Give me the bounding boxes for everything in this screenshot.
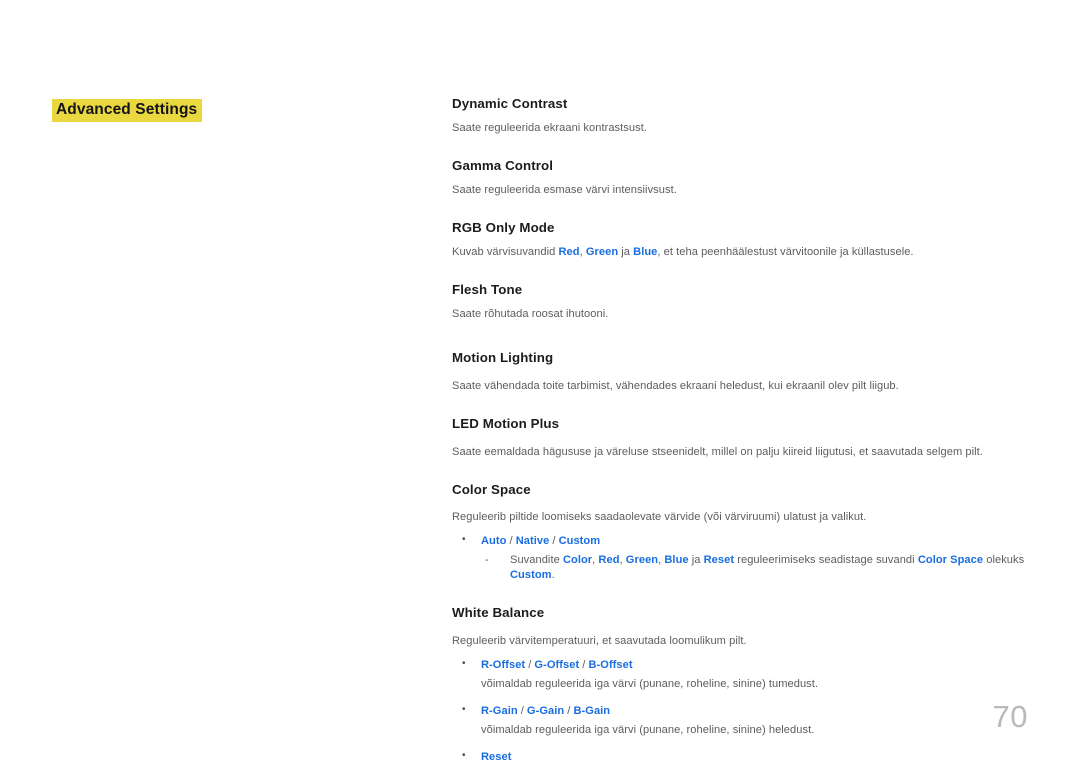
option-custom[interactable]: Custom	[559, 535, 601, 547]
option-r-gain[interactable]: R-Gain	[481, 705, 518, 717]
keyword-blue: Blue	[633, 245, 658, 258]
option-native[interactable]: Native	[516, 535, 550, 547]
setting-title: Dynamic Contrast	[452, 96, 568, 111]
keyword-red: Red	[558, 245, 580, 258]
note-text: ja	[688, 554, 704, 567]
white-balance-offset-note: võimaldab reguleerida iga värvi (punane,…	[481, 678, 819, 691]
setting-entry-dynamic-contrast: Dynamic Contrast Saate reguleerida ekraa…	[452, 96, 1052, 136]
desc-text: Kuvab värvisuvandid	[452, 245, 559, 258]
white-balance-gain-note: võimaldab reguleerida iga värvi (punane,…	[481, 724, 815, 737]
note-text: .	[551, 569, 555, 582]
setting-title: White Balance	[452, 605, 545, 621]
setting-title: LED Motion Plus	[452, 415, 560, 431]
keyword-color-space: Color Space	[917, 554, 984, 567]
white-balance-reset-line: Reset	[452, 749, 1052, 763]
setting-description: Saate reguleerida ekraani kontrastsust.	[452, 121, 647, 134]
keyword-green: Green	[585, 245, 619, 258]
option-reset[interactable]: Reset	[481, 751, 511, 763]
setting-title: Gamma Control	[452, 157, 554, 173]
note-text: olekuks	[983, 554, 1025, 567]
setting-entry-color-space: Color Space Reguleerib piltide loomiseks…	[452, 482, 1052, 584]
option-r-offset[interactable]: R-Offset	[481, 659, 525, 671]
setting-title: Flesh Tone	[452, 281, 523, 297]
setting-entry-motion-lighting: Motion Lighting Saate vähendada toite ta…	[452, 350, 1052, 394]
color-space-option-line: Auto / Native / Custom	[452, 533, 1052, 549]
option-separator: /	[517, 705, 527, 718]
white-balance-offset-line: R-Offset / G-Offset / B-Offset	[452, 657, 1052, 673]
keyword-green: Green	[625, 554, 659, 567]
setting-description: Reguleerib värvitemperatuuri, et saavuta…	[452, 635, 747, 648]
manual-page: Advanced Settings Dynamic Contrast Saate…	[0, 0, 1080, 763]
setting-title: RGB Only Mode	[452, 219, 555, 235]
option-separator: /	[506, 535, 516, 548]
option-g-offset[interactable]: G-Offset	[534, 659, 579, 671]
setting-entry-flesh-tone: Flesh Tone Saate rõhutada roosat ihutoon…	[452, 282, 1052, 322]
setting-entry-gamma-control: Gamma Control Saate reguleerida esmase v…	[452, 158, 1052, 198]
keyword-red: Red	[598, 554, 620, 567]
desc-text: ja	[618, 245, 634, 258]
section-title-container: Advanced Settings	[52, 99, 392, 122]
setting-title: Motion Lighting	[452, 349, 554, 365]
list-item: R-Offset / G-Offset / B-Offset võimaldab…	[452, 657, 1052, 692]
settings-list: Dynamic Contrast Saate reguleerida ekraa…	[452, 96, 1052, 763]
white-balance-options: R-Offset / G-Offset / B-Offset võimaldab…	[452, 657, 1052, 763]
list-item: Auto / Native / Custom Suvandite Color, …	[452, 533, 1052, 583]
keyword-reset: Reset	[703, 554, 735, 567]
option-b-offset[interactable]: B-Offset	[588, 659, 632, 671]
setting-title: Color Space	[452, 481, 531, 497]
keyword-custom: Custom	[510, 569, 552, 582]
color-space-options: Auto / Native / Custom Suvandite Color, …	[452, 533, 1052, 583]
option-g-gain[interactable]: G-Gain	[527, 705, 564, 717]
setting-description: Reguleerib piltide loomiseks saadaolevat…	[452, 511, 867, 524]
section-title: Advanced Settings	[52, 99, 203, 122]
setting-entry-white-balance: White Balance Reguleerib värvitemperatuu…	[452, 605, 1052, 763]
setting-description: Saate rõhutada roosat ihutooni.	[452, 307, 609, 320]
setting-description: Saate reguleerida esmase värvi intensiiv…	[452, 183, 677, 196]
setting-entry-led-motion-plus: LED Motion Plus Saate eemaldada hägususe…	[452, 416, 1052, 460]
note-text: Suvandite	[510, 554, 563, 567]
setting-entry-rgb-only-mode: RGB Only Mode Kuvab värvisuvandid Red, G…	[452, 220, 1052, 260]
keyword-blue: Blue	[664, 554, 689, 567]
list-item: R-Gain / G-Gain / B-Gain võimaldab regul…	[452, 703, 1052, 738]
setting-description: Kuvab värvisuvandid Red, Green ja Blue, …	[452, 245, 1052, 260]
setting-description: Saate vähendada toite tarbimist, vähenda…	[452, 379, 899, 392]
white-balance-gain-line: R-Gain / G-Gain / B-Gain	[452, 703, 1052, 719]
option-b-gain[interactable]: B-Gain	[573, 705, 610, 717]
setting-description: Saate eemaldada hägususe ja väreluse sts…	[452, 445, 983, 458]
color-space-option-note: Suvandite Color, Red, Green, Blue ja Res…	[452, 553, 1052, 583]
page-number: 70	[992, 699, 1028, 734]
keyword-color: Color	[562, 554, 593, 567]
option-separator: /	[549, 535, 559, 548]
desc-text: , et teha peenhäälestust värvitoonile ja…	[657, 245, 914, 258]
note-text: reguleerimiseks seadistage suvandi	[734, 554, 918, 567]
option-auto[interactable]: Auto	[481, 535, 506, 547]
list-item: Reset Lähtestab suvandi White Balance va…	[452, 749, 1052, 763]
